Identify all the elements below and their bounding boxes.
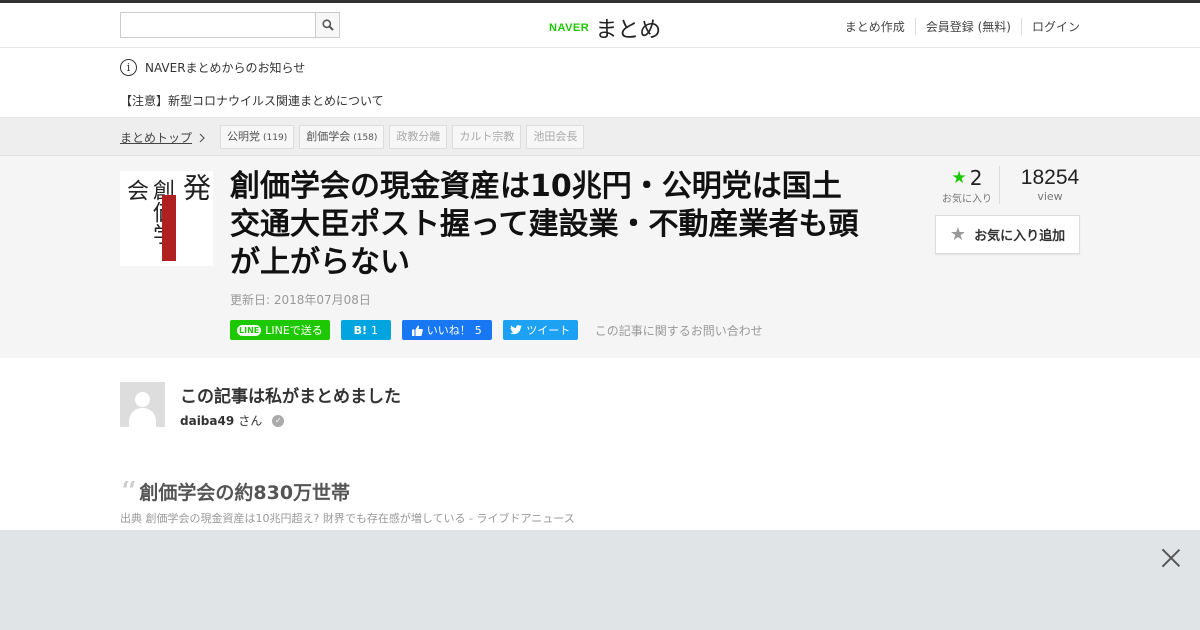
facebook-like-label: いいね！	[426, 324, 471, 337]
search-icon	[321, 19, 334, 31]
quote-text: 創価学会の約830万世帯	[139, 482, 351, 504]
info-icon: i	[120, 59, 137, 76]
header-nav: まとめ作成 会員登録 (無料) ログイン	[835, 18, 1080, 35]
tag-label: 池田会長	[533, 130, 578, 143]
favorites-count-row: ★ 2	[935, 166, 999, 190]
tag-item[interactable]: カルト宗教	[452, 125, 522, 149]
hatena-bookmark-button[interactable]: B! 1	[340, 320, 391, 340]
tag-label: 政教分離	[396, 130, 441, 143]
tag-item[interactable]: 公明党 (119)	[220, 125, 295, 149]
author-honorific: さん	[238, 414, 263, 428]
breadcrumb-top-link[interactable]: まとめトップ	[120, 129, 192, 146]
updated-date: 更新日: 2018年07月08日	[230, 293, 371, 307]
tag-item[interactable]: 政教分離	[389, 125, 448, 149]
site-logo[interactable]: NAVER まとめ	[549, 12, 661, 44]
line-share-button[interactable]: LINE LINEで送る	[230, 320, 330, 340]
contact-link[interactable]: この記事に関するお問い合わせ	[595, 322, 763, 339]
avatar[interactable]	[120, 382, 165, 427]
tag-label: 公明党	[227, 130, 260, 143]
add-favorite-button[interactable]: ★ お気に入り追加	[935, 215, 1080, 254]
search-button[interactable]	[315, 12, 340, 38]
facebook-like-button[interactable]: いいね！ 5	[401, 320, 492, 340]
verified-check-icon: ✓	[272, 414, 285, 427]
tag-count: (158)	[353, 133, 378, 143]
hatena-icon: B!	[353, 323, 367, 337]
login-link[interactable]: ログイン	[1020, 18, 1080, 35]
logo-name: まとめ	[595, 18, 662, 43]
favorites-stat: ★ 2 お気に入り	[935, 166, 1000, 205]
thumbs-up-icon	[411, 325, 423, 336]
create-matome-link[interactable]: まとめ作成	[835, 18, 915, 35]
tweet-label: ツイート	[526, 324, 571, 337]
hatena-count: 1	[371, 323, 378, 337]
page-title: 創価学会の現金資産は10兆円・公明党は国土交通大臣ポスト握って建設業・不動産業者…	[230, 169, 859, 280]
chevron-right-icon	[199, 133, 205, 142]
search-input[interactable]	[120, 12, 315, 38]
register-link[interactable]: 会員登録 (無料)	[914, 18, 1021, 35]
author-name-row: daiba49 さん ✓	[180, 412, 285, 429]
avatar-silhouette	[135, 392, 150, 407]
view-label: view	[1037, 190, 1063, 203]
notice-header: i NAVERまとめからのお知らせ	[120, 59, 305, 76]
ad-overlay	[0, 530, 1200, 630]
search-box	[120, 12, 340, 38]
notice-area: i NAVERまとめからのお知らせ 【注意】新型コロナウイルス関連まとめについて	[0, 48, 1200, 118]
logo-brand: NAVER	[549, 22, 590, 34]
thumbnail-band	[162, 195, 176, 261]
quote-heading: “ 創価学会の約830万世帯	[120, 478, 350, 505]
tag-item[interactable]: 池田会長	[526, 125, 585, 149]
view-count: 18254	[1020, 166, 1080, 189]
site-header: NAVER まとめ まとめ作成 会員登録 (無料) ログイン	[0, 3, 1200, 48]
article-thumbnail: 創価学会 〈名告発	[120, 171, 213, 266]
share-bar: LINE LINEで送る B! 1 いいね！ 5 ツイート この記事に関するお問…	[230, 320, 763, 340]
quote-icon: “	[120, 480, 138, 503]
notice-item-link[interactable]: 【注意】新型コロナウイルス関連まとめについて	[120, 92, 384, 109]
quote-source-link[interactable]: 出典 創価学会の現金資産は10兆円超え? 財界でも存在感が増している - ライブ…	[120, 510, 575, 526]
notice-title: NAVERまとめからのお知らせ	[145, 61, 306, 75]
favorites-count: 2	[969, 166, 983, 190]
tag-count: (119)	[263, 133, 288, 143]
twitter-bird-icon	[510, 325, 523, 335]
tag-item[interactable]: 創価学会 (158)	[299, 125, 385, 149]
article-header: 創価学会 〈名告発 創価学会の現金資産は10兆円・公明党は国土交通大臣ポスト握っ…	[0, 156, 1200, 358]
tag-bar: まとめトップ 公明党 (119) 創価学会 (158) 政教分離 カルト宗教 池田会…	[0, 118, 1200, 156]
tweet-button[interactable]: ツイート	[502, 320, 578, 340]
breadcrumb[interactable]: まとめトップ	[120, 129, 206, 146]
add-favorite-label: お気に入り追加	[974, 229, 1066, 244]
line-share-label: LINEで送る	[265, 324, 323, 337]
thumbnail-text: 〈名告発	[179, 173, 213, 257]
favorites-label: お気に入り	[942, 194, 992, 205]
avatar-silhouette	[129, 408, 156, 427]
tag-list: 公明党 (119) 創価学会 (158) 政教分離 カルト宗教 池田会長	[220, 125, 585, 149]
tag-label: 創価学会	[306, 130, 351, 143]
views-stat: 18254 view	[1015, 166, 1085, 203]
close-icon[interactable]	[1160, 546, 1182, 568]
star-icon: ★	[951, 168, 967, 188]
star-icon: ★	[949, 224, 967, 245]
line-icon: LINE	[237, 324, 262, 336]
author-name-link[interactable]: daiba49	[180, 414, 234, 428]
author-heading: この記事は私がまとめました	[180, 387, 401, 407]
tag-label: カルト宗教	[459, 130, 515, 143]
facebook-like-count: 5	[474, 323, 482, 337]
